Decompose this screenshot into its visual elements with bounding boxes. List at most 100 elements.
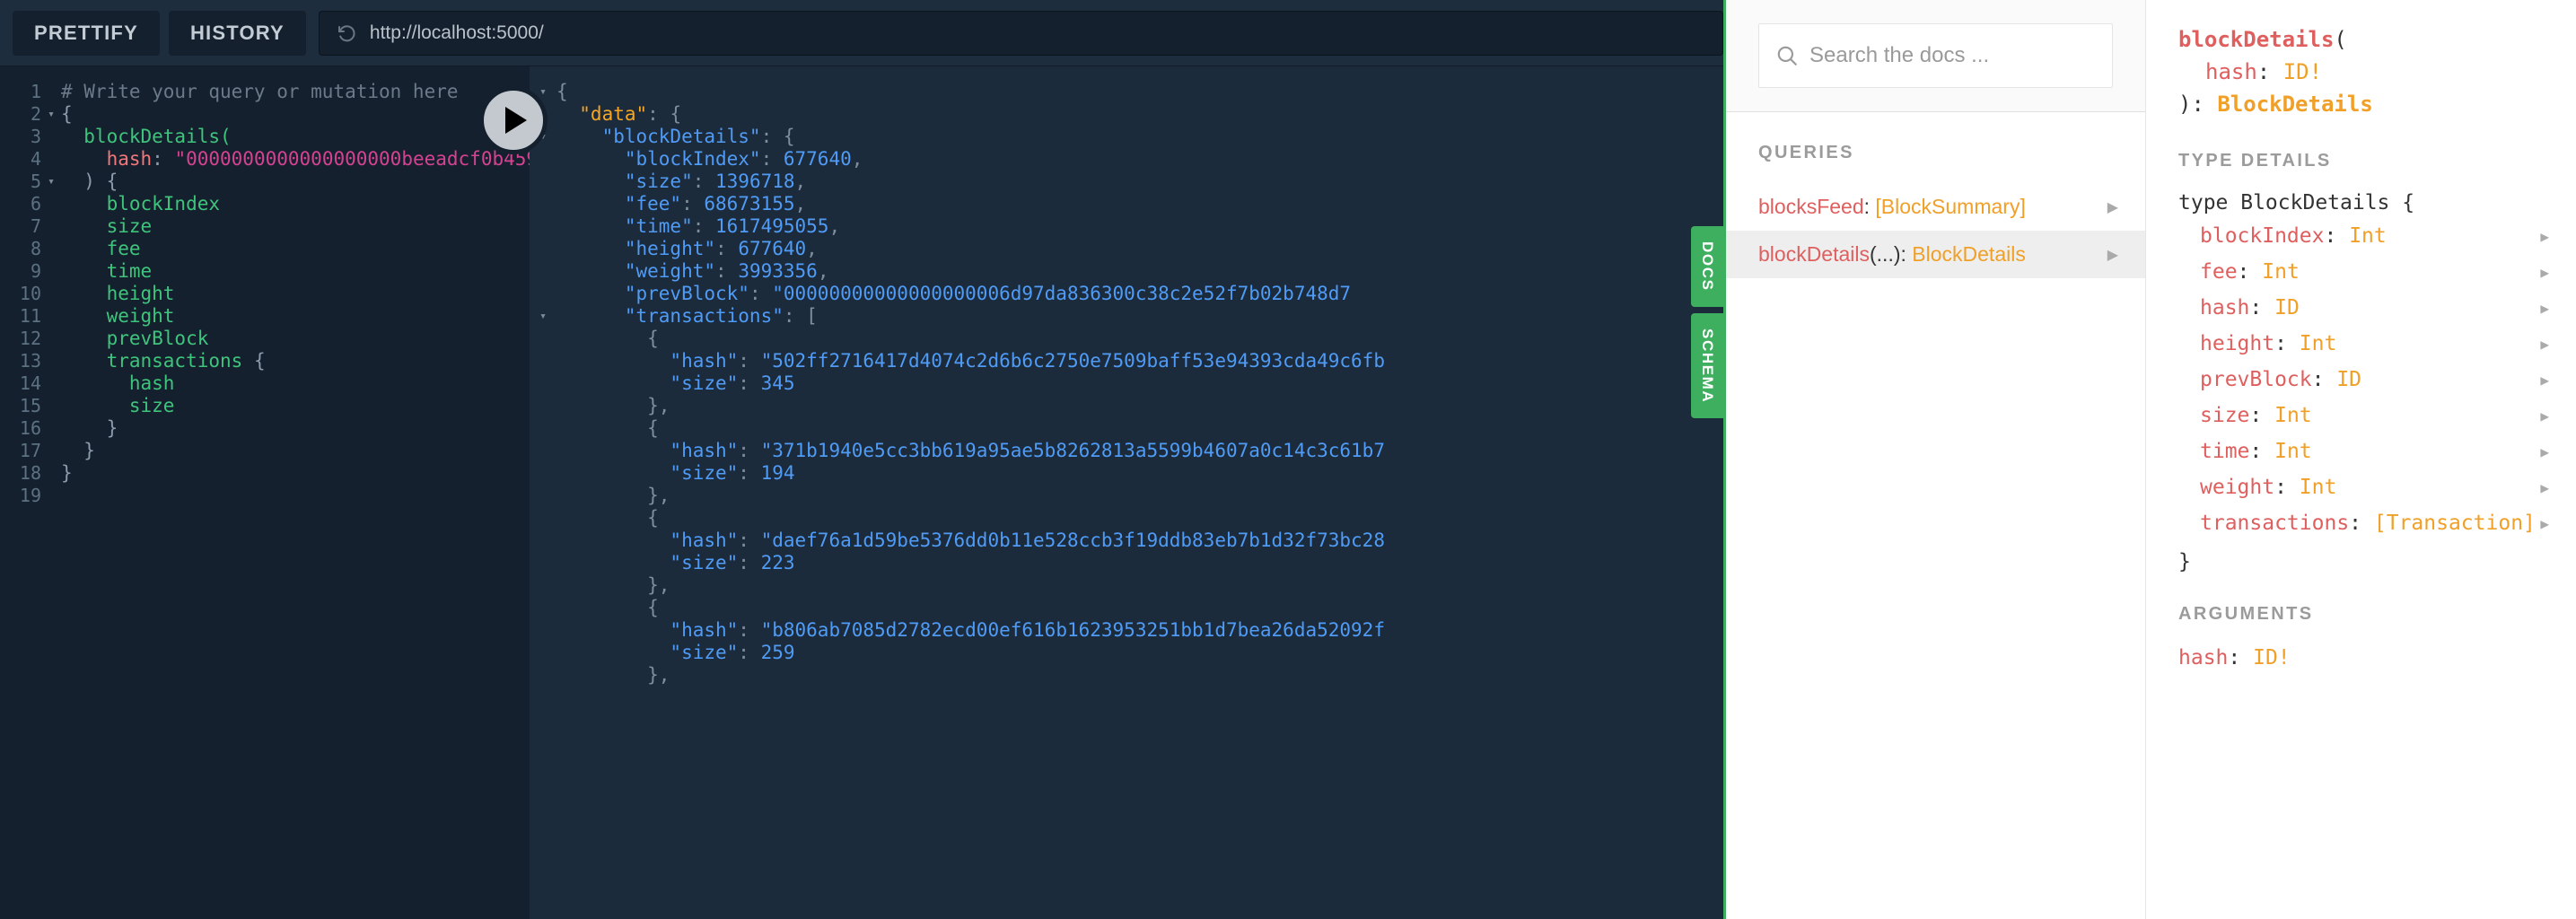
query-line[interactable]: 1 # Write your query or mutation here: [0, 81, 530, 103]
type-field-prevBlock[interactable]: prevBlock: ID ▶: [2146, 362, 2576, 398]
line-text: # Write your query or mutation here: [61, 81, 530, 103]
query-line[interactable]: 10 height: [0, 283, 530, 305]
json-token: :: [749, 283, 773, 304]
query-line[interactable]: 12 prevBlock: [0, 328, 530, 350]
query-line[interactable]: 19: [0, 485, 530, 507]
type-field-label: hash: ID: [2200, 296, 2300, 319]
json-token: ,: [794, 171, 807, 192]
argument-type: ID!: [2253, 646, 2291, 670]
type-field-hash[interactable]: hash: ID ▶: [2146, 290, 2576, 326]
json-token: "prevBlock": [556, 283, 749, 304]
docs-query-item-blockDetails[interactable]: blockDetails(...): BlockDetails ▶: [1726, 231, 2145, 278]
query-editor[interactable]: 1 # Write your query or mutation here 2 ▾{3…: [0, 66, 530, 919]
chevron-right-icon[interactable]: ▶: [2540, 407, 2549, 424]
json-token: "hash": [556, 619, 739, 641]
query-line[interactable]: 5 ▾ ) {: [0, 171, 530, 193]
response-line-text: "transactions": [: [556, 305, 818, 328]
json-token: "height": [556, 238, 716, 259]
type-field-transactions[interactable]: transactions: [Transaction] ▶: [2146, 505, 2576, 541]
type-field-weight[interactable]: weight: Int ▶: [2146, 469, 2576, 505]
query-line[interactable]: 17 }: [0, 440, 530, 462]
history-button[interactable]: HISTORY: [168, 10, 306, 56]
code-token: hash: [61, 372, 175, 394]
docs-query-item-blocksFeed[interactable]: blocksFeed: [BlockSummary] ▶: [1726, 183, 2145, 231]
type-field-name: height: [2200, 332, 2275, 355]
query-line[interactable]: 7 size: [0, 215, 530, 238]
code-token: }: [61, 462, 73, 484]
fold-arrow-icon[interactable]: ▾: [41, 171, 61, 193]
query-line[interactable]: 3 blockDetails(: [0, 126, 530, 148]
docs-search-box[interactable]: [1758, 23, 2113, 88]
response-line: "hash": "502ff2716417d4074c2d6b6c2750e75…: [530, 350, 1723, 372]
docs-tab[interactable]: DOCS: [1691, 226, 1723, 307]
type-header-close: ):: [2178, 92, 2218, 117]
chevron-right-icon[interactable]: ▶: [2540, 479, 2549, 496]
line-text: height: [61, 283, 530, 305]
type-header-name: blockDetails: [2178, 27, 2335, 52]
query-line[interactable]: 11 weight: [0, 305, 530, 328]
json-token: : {: [647, 103, 682, 125]
endpoint-url-text: http://localhost:5000/: [369, 22, 544, 43]
json-token: {: [556, 81, 568, 102]
json-token: :: [715, 238, 739, 259]
chevron-right-icon[interactable]: ▶: [2540, 372, 2549, 389]
line-text: time: [61, 260, 530, 283]
chevron-right-icon[interactable]: ▶: [2540, 443, 2549, 460]
docs-item-colon: :: [1863, 195, 1876, 218]
query-line[interactable]: 8 fee: [0, 238, 530, 260]
line-number: 5: [30, 171, 41, 192]
query-line[interactable]: 15 size: [0, 395, 530, 417]
type-field-type: Int: [2299, 476, 2337, 499]
query-code[interactable]: 1 # Write your query or mutation here 2 ▾{3…: [0, 81, 530, 507]
reset-circular-arrow-icon[interactable]: [336, 22, 357, 44]
query-line[interactable]: 18}: [0, 462, 530, 485]
schema-tab[interactable]: SCHEMA: [1691, 312, 1723, 418]
type-field-type: Int: [2349, 224, 2387, 248]
json-token: "size": [556, 552, 739, 573]
query-line[interactable]: 13 transactions {: [0, 350, 530, 372]
type-field-type: ID: [2336, 368, 2362, 391]
chevron-right-icon[interactable]: ▶: [2107, 246, 2118, 264]
chevron-right-icon[interactable]: ▶: [2540, 264, 2549, 281]
execute-query-button[interactable]: [479, 86, 548, 154]
line-number: 12: [19, 328, 41, 349]
type-field-height[interactable]: height: Int ▶: [2146, 326, 2576, 362]
type-field-fee[interactable]: fee: Int ▶: [2146, 254, 2576, 290]
response-line-text: "height": 677640,: [556, 238, 818, 260]
json-token: {: [556, 597, 659, 618]
json-token: :: [715, 260, 739, 282]
docs-item-type: [BlockSummary]: [1875, 195, 2026, 218]
chevron-right-icon[interactable]: ▶: [2540, 515, 2549, 532]
response-line-text: "hash": "daef76a1d59be5376dd0b11e528ccb3…: [556, 530, 1385, 552]
prettify-button[interactable]: PRETTIFY: [13, 10, 160, 56]
line-text: size: [61, 215, 530, 238]
query-line[interactable]: 9 time: [0, 260, 530, 283]
fold-arrow-icon[interactable]: ▾: [530, 305, 556, 328]
json-token: },: [556, 395, 670, 416]
json-token: },: [556, 574, 670, 596]
line-number: 11: [19, 305, 41, 327]
type-field-label: prevBlock: ID: [2200, 368, 2361, 391]
query-line[interactable]: 16 }: [0, 417, 530, 440]
chevron-right-icon[interactable]: ▶: [2540, 300, 2549, 317]
query-line[interactable]: 14 hash: [0, 372, 530, 395]
chevron-right-icon[interactable]: ▶: [2107, 198, 2118, 216]
type-field-colon: :: [2249, 296, 2275, 319]
type-field-blockIndex[interactable]: blockIndex: Int ▶: [2146, 218, 2576, 254]
json-token: :: [692, 171, 716, 192]
type-field-size[interactable]: size: Int ▶: [2146, 398, 2576, 433]
chevron-right-icon[interactable]: ▶: [2540, 336, 2549, 353]
type-field-time[interactable]: time: Int ▶: [2146, 433, 2576, 469]
query-line[interactable]: 2 ▾{: [0, 103, 530, 126]
type-field-colon: :: [2324, 224, 2350, 248]
type-header-arg-colon: :: [2256, 59, 2283, 84]
type-details-heading: TYPE DETAILS: [2178, 151, 2332, 171]
fold-arrow-icon[interactable]: ▾: [41, 103, 61, 126]
chevron-right-icon[interactable]: ▶: [2540, 228, 2549, 245]
line-text: prevBlock: [61, 328, 530, 350]
search-input[interactable]: [1809, 43, 2096, 68]
side-tabs: DOCS SCHEMA: [1691, 66, 1723, 919]
endpoint-url-field[interactable]: http://localhost:5000/: [318, 10, 1723, 56]
query-line[interactable]: 4 hash: "0000000000000000000beeadcf0b459…: [0, 148, 530, 171]
query-line[interactable]: 6 blockIndex: [0, 193, 530, 215]
